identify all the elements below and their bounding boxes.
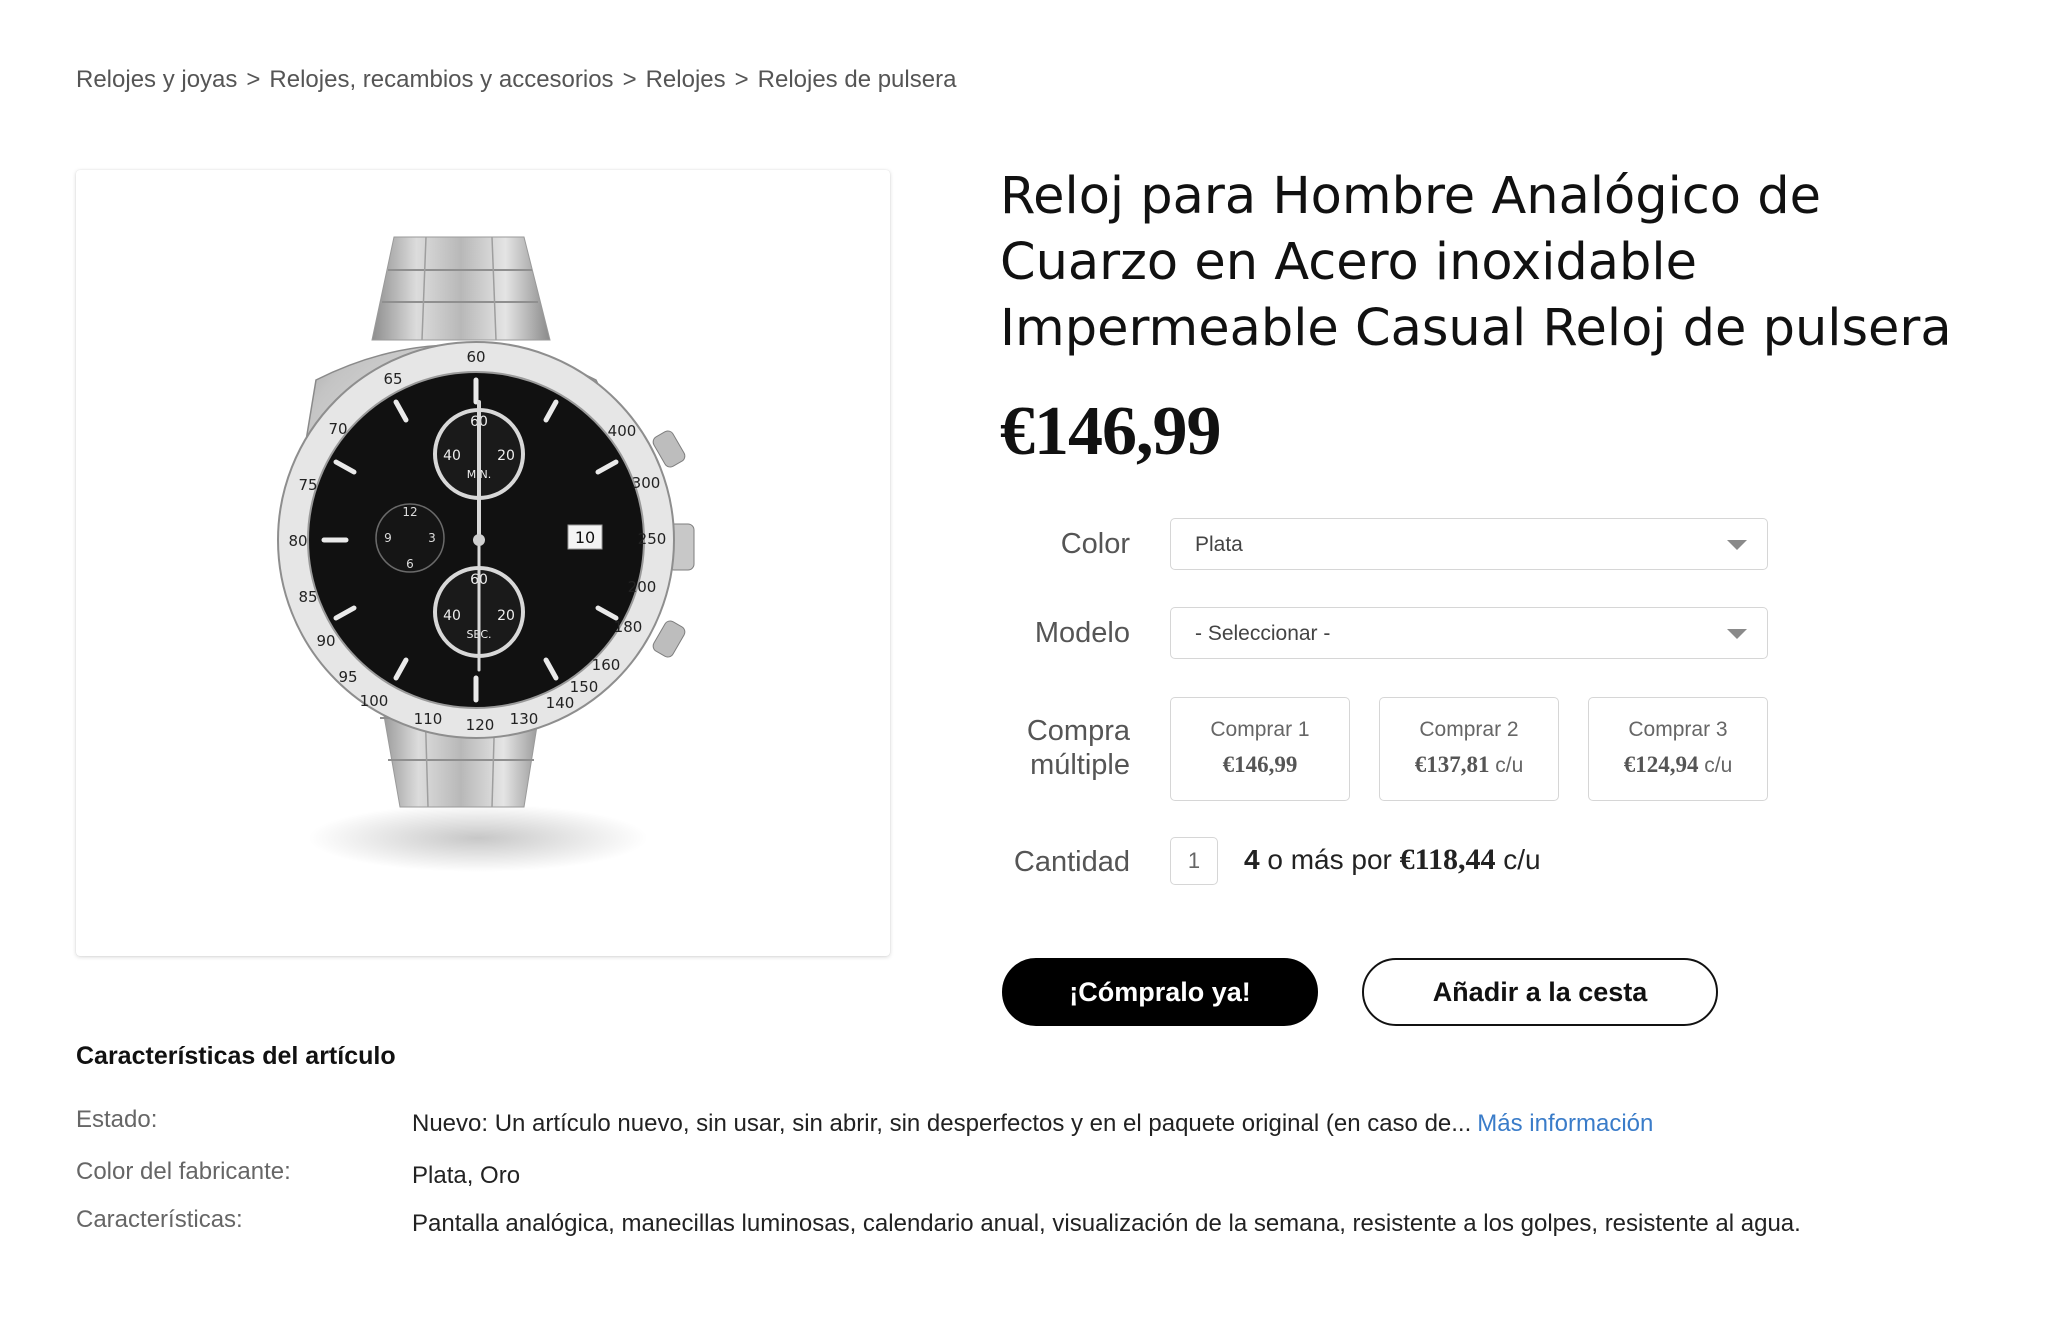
quantity-input[interactable]: 1 bbox=[1170, 837, 1218, 885]
multi-buy-tier-3[interactable]: Comprar 3 €124,94 c/u bbox=[1588, 697, 1768, 801]
tier-unit: c/u bbox=[1704, 754, 1733, 777]
svg-text:120: 120 bbox=[466, 716, 495, 734]
feature-label-caracteristicas: Características: bbox=[76, 1206, 243, 1233]
modelo-select[interactable]: - Seleccionar - bbox=[1170, 607, 1768, 659]
breadcrumb: Relojes y joyas > Relojes, recambios y acc… bbox=[76, 66, 956, 94]
svg-text:100: 100 bbox=[360, 692, 389, 710]
svg-text:300: 300 bbox=[632, 474, 661, 492]
svg-text:140: 140 bbox=[546, 694, 575, 712]
svg-text:40: 40 bbox=[443, 608, 461, 624]
features-title: Características del artículo bbox=[76, 1042, 396, 1070]
buy-now-button[interactable]: ¡Cómpralo ya! bbox=[1002, 958, 1318, 1026]
svg-text:12: 12 bbox=[402, 505, 417, 519]
svg-text:180: 180 bbox=[614, 618, 643, 636]
tier-price: €146,99 bbox=[1222, 752, 1298, 777]
svg-text:65: 65 bbox=[383, 370, 402, 388]
multi-buy-tier-2[interactable]: Comprar 2 €137,81 c/u bbox=[1379, 697, 1559, 801]
promo-text: o más por bbox=[1267, 844, 1392, 875]
svg-text:9: 9 bbox=[384, 531, 392, 545]
quantity-promo: 4 o más por €118,44 c/u bbox=[1244, 843, 1541, 877]
svg-text:20: 20 bbox=[497, 448, 515, 464]
promo-unit: c/u bbox=[1503, 844, 1541, 875]
svg-text:150: 150 bbox=[570, 678, 599, 696]
product-title: Reloj para Hombre Analógico de Cuarzo en… bbox=[1000, 167, 1952, 358]
feature-label-color: Color del fabricante: bbox=[76, 1158, 291, 1185]
tier-label: Comprar 3 bbox=[1628, 718, 1728, 741]
svg-text:70: 70 bbox=[328, 420, 347, 438]
breadcrumb-separator: > bbox=[622, 66, 637, 93]
feature-label-estado: Estado: bbox=[76, 1106, 158, 1133]
more-info-link[interactable]: Más información bbox=[1477, 1110, 1653, 1137]
strap-top bbox=[371, 236, 551, 341]
feature-value-estado: Nuevo: Un artículo nuevo, sin usar, sin … bbox=[412, 1110, 1653, 1138]
svg-text:200: 200 bbox=[628, 578, 657, 596]
svg-text:6: 6 bbox=[406, 557, 414, 571]
breadcrumb-item-relojes[interactable]: Relojes bbox=[646, 66, 726, 93]
svg-text:400: 400 bbox=[608, 422, 637, 440]
breadcrumb-item-recambios[interactable]: Relojes, recambios y accesorios bbox=[269, 66, 613, 93]
feature-value-color: Plata, Oro bbox=[412, 1162, 521, 1189]
add-to-cart-button[interactable]: Añadir a la cesta bbox=[1362, 958, 1718, 1026]
tier-price: €137,81 bbox=[1414, 752, 1490, 777]
tier-price: €124,94 bbox=[1623, 752, 1699, 777]
product-price: €146,99 bbox=[1000, 393, 1221, 470]
breadcrumb-separator: > bbox=[246, 66, 261, 93]
svg-text:10: 10 bbox=[575, 528, 595, 547]
feature-value-caracteristicas: Pantalla analógica, manecillas luminosas… bbox=[412, 1210, 1801, 1237]
date-window: 10 bbox=[567, 524, 603, 550]
svg-text:40: 40 bbox=[443, 448, 461, 464]
quantity-label: Cantidad bbox=[1013, 846, 1130, 878]
svg-text:160: 160 bbox=[592, 656, 621, 674]
svg-text:60: 60 bbox=[466, 348, 485, 366]
chevron-down-icon bbox=[1727, 540, 1747, 550]
breadcrumb-item-relojes-de-pulsera[interactable]: Relojes de pulsera bbox=[758, 66, 957, 93]
svg-text:130: 130 bbox=[510, 710, 539, 728]
breadcrumb-separator: > bbox=[734, 66, 749, 93]
modelo-label: Modelo bbox=[1034, 617, 1130, 649]
promo-price: €118,44 bbox=[1399, 843, 1496, 876]
tier-label: Comprar 2 bbox=[1419, 718, 1519, 741]
svg-text:75: 75 bbox=[298, 476, 317, 494]
tier-label: Comprar 1 bbox=[1210, 718, 1310, 741]
modelo-select-value: - Seleccionar - bbox=[1195, 622, 1331, 645]
multi-buy-label-line1: Compra bbox=[1026, 715, 1130, 747]
svg-text:90: 90 bbox=[316, 632, 335, 650]
subdial-left: 12 9 3 6 bbox=[375, 503, 445, 573]
feature-value-estado-text: Nuevo: Un artículo nuevo, sin usar, sin … bbox=[412, 1110, 1472, 1137]
multi-buy-tier-1[interactable]: Comprar 1 €146,99 bbox=[1170, 697, 1350, 801]
color-label: Color bbox=[1060, 528, 1130, 560]
chevron-down-icon bbox=[1727, 629, 1747, 639]
svg-text:20: 20 bbox=[497, 608, 515, 624]
breadcrumb-item-relojes-y-joyas[interactable]: Relojes y joyas bbox=[76, 66, 237, 93]
svg-text:85: 85 bbox=[298, 588, 317, 606]
svg-text:250: 250 bbox=[638, 530, 667, 548]
multi-buy-label: Compra múltiple bbox=[1000, 714, 1130, 782]
color-select[interactable]: Plata bbox=[1170, 518, 1768, 570]
svg-text:110: 110 bbox=[414, 710, 443, 728]
svg-text:80: 80 bbox=[288, 532, 307, 550]
product-image-card[interactable]: 60 65 70 75 80 85 90 95 100 110 120 130 … bbox=[76, 170, 890, 956]
promo-count: 4 bbox=[1244, 844, 1260, 875]
svg-text:3: 3 bbox=[428, 531, 436, 545]
color-select-value: Plata bbox=[1195, 533, 1243, 556]
svg-text:95: 95 bbox=[338, 668, 357, 686]
wristwatch-image: 60 65 70 75 80 85 90 95 100 110 120 130 … bbox=[277, 236, 695, 872]
multi-buy-label-line2: múltiple bbox=[1030, 749, 1130, 781]
tier-unit: c/u bbox=[1495, 754, 1524, 777]
